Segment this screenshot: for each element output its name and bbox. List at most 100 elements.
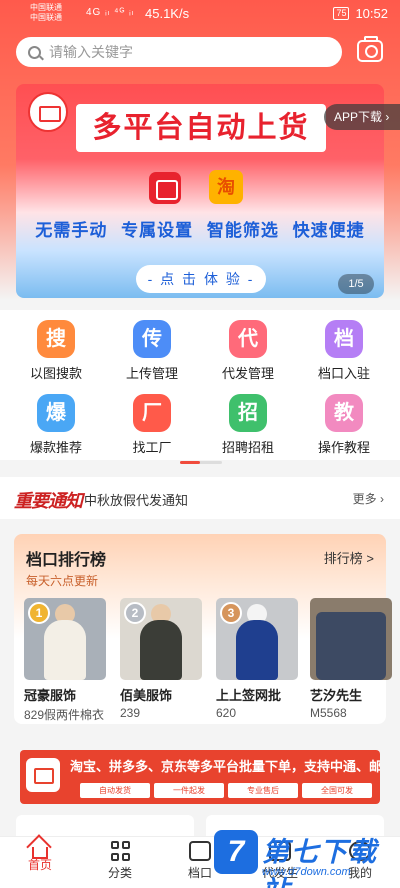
search-input[interactable]: 请输入关键字 [16,37,342,67]
ranking-shop[interactable]: 1 冠豪服饰 829假两件棉衣 [24,598,106,723]
stall-ranking-card: 档口排行榜 每天六点更新 排行榜 > 1 冠豪服饰 829假两件棉衣 2 佰美服… [14,534,392,724]
rank-medal-icon: 2 [124,602,146,624]
grid-item-factory[interactable]: 厂 找工厂 [112,394,192,456]
grid-item-label: 操作教程 [317,440,370,455]
image-search-icon: 搜 [37,320,75,358]
notice-text: 中秋放假代发通知 [84,493,189,508]
ranking-more-link[interactable]: 排行榜 > [324,548,374,567]
bulk-order-promo-banner[interactable]: 淘宝、拼多多、京东等多平台批量下单，支持中通、邮政 自动发货 一件起发 专业售后… [20,750,380,804]
dropship-icon: 代 [229,320,267,358]
tab-home[interactable]: 首页 [0,841,80,873]
banner-headline: 多平台自动上货 [76,104,326,152]
banner-cta-button[interactable]: - 点 击 体 验 - [136,265,266,293]
promo-chip: 自动发货 [80,783,150,798]
carrier-2: 中国联通 [30,13,62,22]
promo-headline: 淘宝、拼多多、京东等多平台批量下单，支持中通、邮政 [70,759,380,774]
promo-chip: 专业售后 [228,783,298,798]
shop-thumbnail: 1 [24,598,106,680]
battery-icon: 75 [333,7,350,20]
status-bar: 中国联通 中国联通 4G ᵢₗ ⁴ᴳ ᵢₗ 45.1K/s 75 10:52 [0,0,400,28]
promo-chip: 一件起发 [154,783,224,798]
taobao-app-icon: 淘 [209,170,243,204]
promo-chips: 自动发货 一件起发 专业售后 全国可发 [80,783,372,798]
tutorial-icon: 教 [325,394,363,432]
factory-icon: 厂 [133,394,171,432]
status-right: 75 10:52 [333,6,388,21]
grid-page-indicator [180,461,222,464]
network-speed: 45.1K/s [145,6,190,21]
grid-item-label: 代发管理 [221,366,274,381]
ranking-title: 档口排行榜 [26,552,107,569]
promo-chip: 全国可发 [302,783,372,798]
grid-item-tutorial[interactable]: 教 操作教程 [304,394,384,456]
home-icon [32,847,48,859]
notice-bar[interactable]: 重要通知 中秋放假代发通知 更多 › [0,477,400,519]
shop-meta: M5568 [310,706,347,720]
hot-icon: 爆 [37,394,75,432]
watermark-url: www.d7down.com [262,866,351,878]
grid-item-label: 上传管理 [125,366,178,381]
feature-4: 快速便捷 [292,221,365,240]
camera-icon[interactable] [357,36,383,62]
shop-meta: 239 [120,706,141,720]
signal-icons: 4G ᵢₗ ⁴ᴳ ᵢₗ [86,7,135,18]
ranking-subtitle: 每天六点更新 [26,574,99,588]
grid-item-label: 爆款推荐 [29,440,82,455]
feature-grid: 搜 以图搜款 传 上传管理 代 代发管理 档 档口入驻 爆 爆款推荐 厂 找工厂… [0,310,400,464]
carrier-1: 中国联通 [30,3,62,12]
feature-2: 专属设置 [121,221,194,240]
tab-category[interactable]: 分类 [80,841,160,881]
upload-icon: 传 [133,320,171,358]
grid-item-image-search[interactable]: 搜 以图搜款 [16,320,96,382]
grid-item-label: 招聘招租 [221,440,274,455]
ranking-shop[interactable]: 2 佰美服饰 239 [120,598,202,720]
model-jacket [236,620,278,680]
ranking-shop[interactable]: 艺汐先生 M5568 [310,598,392,720]
shop-thumbnail: 2 [120,598,202,680]
watermark-logo: 7 [214,830,258,874]
sweater-pattern [316,612,386,680]
shop-thumbnail: 3 [216,598,298,680]
important-notice-tag: 重要通知 [14,491,83,511]
shop-meta: 620 [216,706,237,720]
search-icon [28,45,41,59]
site-watermark: 7 第七下载站 www.d7down.com [214,826,400,888]
model-jacket [140,620,182,680]
store-icon [189,841,211,861]
shop-meta: 829假两件棉衣 [24,708,105,722]
app-download-button[interactable]: APP下载 › [324,104,400,130]
rank-medal-icon: 1 [28,602,50,624]
carrier-labels: 中国联通 中国联通 [30,3,62,23]
grid-item-recruit[interactable]: 招 招聘招租 [208,394,288,456]
cart-logo-icon [26,758,60,792]
ranking-shop[interactable]: 3 上上签网批 620 [216,598,298,720]
grid-item-label: 以图搜款 [29,366,82,381]
grid-item-stall-join[interactable]: 档 档口入驻 [304,320,384,382]
feature-3: 智能筛选 [206,221,279,240]
grid-item-label: 找工厂 [132,440,172,455]
banner-page-indicator: 1/5 [338,274,374,294]
feature-1: 无需手动 [35,221,108,240]
search-placeholder: 请输入关键字 [49,44,133,60]
clock: 10:52 [355,6,388,21]
grid-icon [110,841,130,861]
rank-medal-icon: 3 [220,602,242,624]
notice-more-link[interactable]: 更多 › [353,490,384,507]
pinduoduo-app-icon [149,172,181,204]
shop-name: 上上签网批 [216,688,282,703]
shop-thumbnail [310,598,392,680]
cart-logo-icon [28,92,68,132]
grid-item-dropship[interactable]: 代 代发管理 [208,320,288,382]
stall-icon: 档 [325,320,363,358]
grid-item-label: 档口入驻 [317,366,370,381]
shop-name: 佰美服饰 [120,688,173,703]
tab-label: 分类 [107,866,132,880]
watermark-name: 第七下载站 [262,837,378,888]
recruit-icon: 招 [229,394,267,432]
grid-item-hot-items[interactable]: 爆 爆款推荐 [16,394,96,456]
model-jacket [44,620,86,680]
shop-name: 艺汐先生 [310,688,363,703]
grid-item-upload[interactable]: 传 上传管理 [112,320,192,382]
banner-features: 无需手动 专属设置 智能筛选 快速便捷 [16,216,384,241]
shop-name: 冠豪服饰 [24,688,77,703]
